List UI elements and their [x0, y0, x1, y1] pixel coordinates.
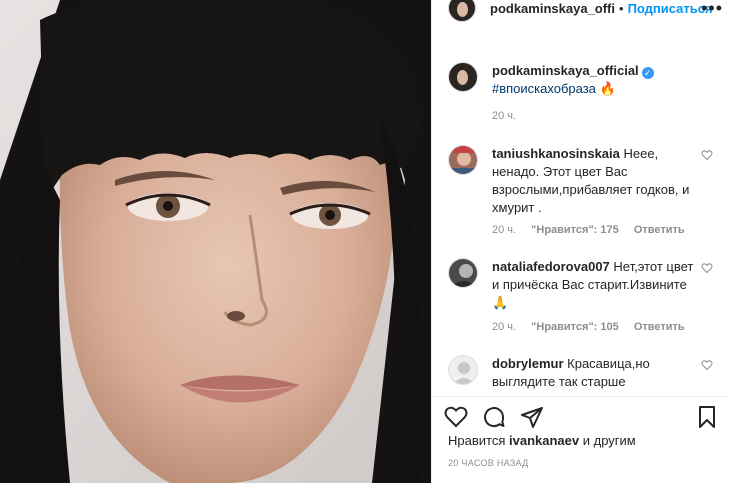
comment-username[interactable]: nataliafedorova007 — [492, 259, 610, 274]
comment-reply-button[interactable]: Ответить — [634, 224, 685, 236]
comment-meta: 20 ч. "Нравится": 175 Ответить — [492, 224, 697, 236]
likes-prefix: Нравится — [448, 433, 506, 448]
author-avatar[interactable] — [448, 0, 476, 22]
comment-time[interactable]: 20 ч. — [492, 321, 516, 333]
commenter-avatar[interactable] — [448, 145, 478, 175]
comment-item: dobrylemur Красавица,но выглядите так ст… — [448, 355, 730, 395]
post-photo[interactable] — [0, 0, 431, 483]
comment-like-heart-icon[interactable] — [701, 262, 713, 274]
caption-time[interactable]: 20 ч. — [492, 110, 516, 122]
likes-summary: Нравится ivankanaev и другим — [448, 433, 636, 448]
post-caption: podkaminskaya_official ✓ #впоискахобраза … — [448, 62, 718, 98]
fire-emoji-icon: 🔥 — [599, 81, 616, 96]
comment-username[interactable]: dobrylemur — [492, 356, 564, 371]
commenter-avatar[interactable] — [448, 355, 478, 385]
more-options-icon[interactable]: ••• — [701, 0, 723, 19]
caption-username[interactable]: podkaminskaya_official — [492, 63, 639, 78]
comment-reply-button[interactable]: Ответить — [634, 321, 685, 333]
verified-badge-icon: ✓ — [641, 67, 654, 79]
paper-plane-icon[interactable] — [520, 405, 544, 429]
header-separator: • — [619, 0, 624, 16]
post-header: podkaminskaya_offi • Подписаться ••• — [432, 0, 730, 24]
post-side-panel: podkaminskaya_offi • Подписаться ••• pod… — [431, 0, 730, 483]
caption-hashtag[interactable]: #впоискахобраза — [492, 81, 596, 96]
comment-icon[interactable] — [482, 405, 506, 429]
post-timestamp[interactable]: 20 ЧАСОВ НАЗАД — [448, 458, 529, 468]
likes-user-link[interactable]: ivankanaev — [509, 433, 579, 448]
bookmark-icon[interactable] — [695, 405, 719, 429]
comment-time[interactable]: 20 ч. — [492, 224, 516, 236]
commenter-avatar[interactable] — [448, 258, 478, 288]
author-username[interactable]: podkaminskaya_offi — [490, 1, 615, 16]
comment-like-heart-icon[interactable] — [701, 359, 713, 371]
comment-like-heart-icon[interactable] — [701, 149, 713, 161]
heart-icon[interactable] — [444, 405, 468, 429]
likes-suffix[interactable]: и другим — [583, 433, 636, 448]
portrait-image — [0, 0, 431, 483]
comment-likes[interactable]: "Нравится": 175 — [531, 224, 619, 236]
follow-button[interactable]: Подписаться — [628, 1, 713, 16]
comment-likes[interactable]: "Нравится": 105 — [531, 321, 619, 333]
comment-meta: 20 ч. "Нравится": 105 Ответить — [492, 321, 697, 333]
comment-username[interactable]: taniushkanosinskaia — [492, 146, 620, 161]
caption-avatar[interactable] — [448, 62, 478, 92]
post-action-bar — [432, 396, 730, 434]
